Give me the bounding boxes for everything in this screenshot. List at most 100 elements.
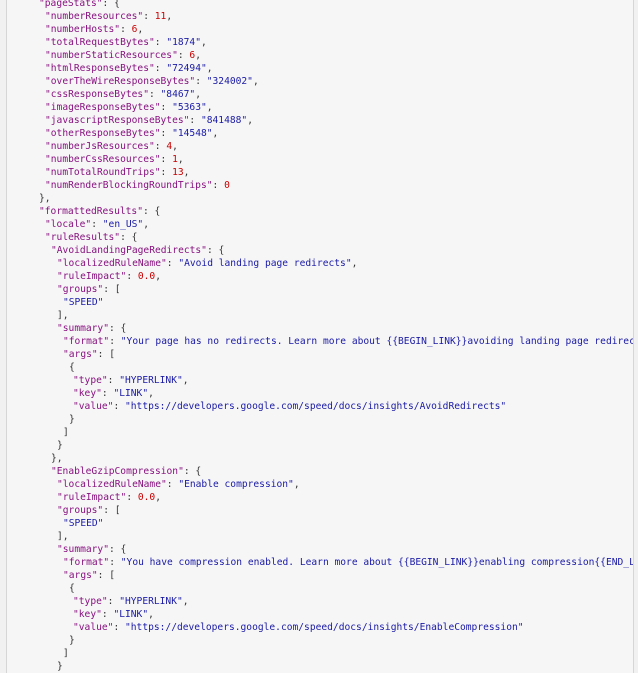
code-line: "SPEED" [63, 517, 103, 530]
json-key: "args" [63, 349, 98, 360]
json-key: "ruleResults" [45, 232, 121, 243]
json-number: 11 [154, 11, 167, 22]
json-punctuation: , [148, 388, 154, 399]
json-string: "841488" [200, 115, 248, 126]
code-line: ] [63, 426, 69, 439]
json-string: "You have compression enabled. Learn mor… [120, 557, 634, 568]
json-string: "en_US" [102, 219, 144, 230]
json-key: "javascriptResponseBytes" [45, 115, 190, 126]
code-line: "args": [ [63, 348, 115, 361]
json-string: "SPEED" [63, 518, 104, 529]
code-line: }, [39, 192, 51, 205]
json-punctuation: : [195, 76, 207, 87]
json-punctuation: , [195, 50, 201, 61]
json-string: "1874" [166, 37, 201, 48]
json-number: 0 [224, 180, 230, 191]
json-key: "value" [73, 622, 114, 633]
json-punctuation: , [137, 24, 144, 35]
json-punctuation: , [206, 63, 213, 74]
code-line: "key": "LINK", [73, 387, 154, 400]
json-punctuation: : [107, 596, 120, 607]
code-line: "groups": [ [57, 283, 121, 296]
code-line: ], [57, 530, 69, 543]
json-key: "numberResources" [45, 11, 144, 22]
code-line: "type": "HYPERLINK", [73, 595, 189, 608]
json-punctuation: ] [63, 648, 69, 659]
json-key: "ruleImpact" [57, 271, 127, 282]
json-code-block[interactable]: "pageStats": {"numberResources": 11, "num… [7, 0, 633, 673]
json-punctuation: { [69, 362, 75, 373]
code-line: "localizedRuleName": "Enable compression… [57, 478, 300, 491]
json-punctuation: : [107, 375, 120, 386]
json-key: "locale" [45, 219, 92, 230]
code-line: "numberJsResources": 4, [45, 140, 178, 153]
json-punctuation: , [166, 11, 173, 22]
code-line: "groups": [ [57, 504, 121, 517]
json-key: "totalRequestBytes" [45, 37, 155, 48]
code-line: "overTheWireResponseBytes": "324002", [45, 75, 259, 88]
json-string: "HYPERLINK" [119, 375, 183, 386]
json-key: "pageStats" [39, 0, 103, 9]
json-key: "format" [63, 336, 110, 347]
json-string: "LINK" [113, 388, 149, 399]
json-key: "key" [73, 388, 102, 399]
json-number: 0.0 [137, 492, 156, 503]
json-punctuation: , [247, 115, 253, 126]
json-key: "imageResponseBytes" [45, 102, 161, 113]
json-key: "numberStaticResources" [45, 50, 178, 61]
json-punctuation: { [69, 583, 75, 594]
json-punctuation: } [69, 635, 75, 646]
code-line: "locale": "en_US", [45, 218, 149, 231]
json-key: "EnableGzipCompression" [51, 466, 184, 477]
code-line: "formattedResults": { [39, 205, 160, 218]
json-punctuation: , [143, 219, 149, 230]
code-line: "summary": { [57, 543, 126, 556]
json-punctuation: , [206, 102, 213, 113]
json-punctuation: } [69, 414, 75, 425]
json-punctuation: : [160, 102, 173, 113]
json-string: "5363" [172, 102, 207, 113]
code-line: "ruleResults": { [45, 231, 137, 244]
json-punctuation: : [160, 167, 173, 178]
json-punctuation: , [182, 375, 189, 386]
json-punctuation: : [ [97, 570, 115, 581]
json-key: "formattedResults" [39, 206, 143, 217]
json-punctuation: , [155, 492, 161, 503]
code-line: ], [57, 309, 69, 322]
json-punctuation: : [109, 557, 121, 568]
json-punctuation: , [155, 271, 161, 282]
json-punctuation: ], [57, 531, 69, 542]
code-line: }, [51, 452, 63, 465]
json-punctuation: : { [108, 323, 127, 334]
json-key: "numberJsResources" [45, 141, 155, 152]
json-punctuation: : { [183, 466, 202, 477]
json-punctuation: : [120, 24, 132, 35]
json-number: 0.0 [137, 271, 156, 282]
code-line: "SPEED" [63, 296, 103, 309]
code-line: { [69, 582, 75, 595]
json-key: "numberHosts" [45, 24, 121, 35]
json-viewer-panel: "pageStats": {"numberResources": 11, "num… [6, 0, 634, 673]
json-punctuation: : [154, 141, 167, 152]
json-string: "HYPERLINK" [119, 596, 183, 607]
json-string: "Your page has no redirects. Learn more … [120, 336, 634, 347]
code-line: "EnableGzipCompression": { [51, 465, 201, 478]
json-key: "summary" [57, 323, 109, 334]
json-punctuation: , [212, 128, 219, 139]
json-key: "overTheWireResponseBytes" [45, 76, 196, 87]
json-punctuation: : { [102, 0, 120, 9]
code-line: } [69, 413, 75, 426]
json-punctuation: : [126, 492, 138, 503]
json-punctuation: }, [39, 193, 51, 204]
code-line: "numberCssResources": 1, [45, 153, 184, 166]
json-key: "groups" [57, 505, 104, 516]
json-string: "LINK" [113, 609, 149, 620]
code-line: "totalRequestBytes": "1874", [45, 36, 207, 49]
json-string: "324002" [206, 76, 253, 87]
json-punctuation: : [113, 401, 125, 412]
code-line: "imageResponseBytes": "5363", [45, 101, 213, 114]
json-punctuation: , [293, 479, 300, 490]
json-punctuation: , [172, 141, 178, 152]
json-punctuation: : [ [97, 349, 115, 360]
code-line: "numRenderBlockingRoundTrips": 0 [45, 179, 230, 192]
